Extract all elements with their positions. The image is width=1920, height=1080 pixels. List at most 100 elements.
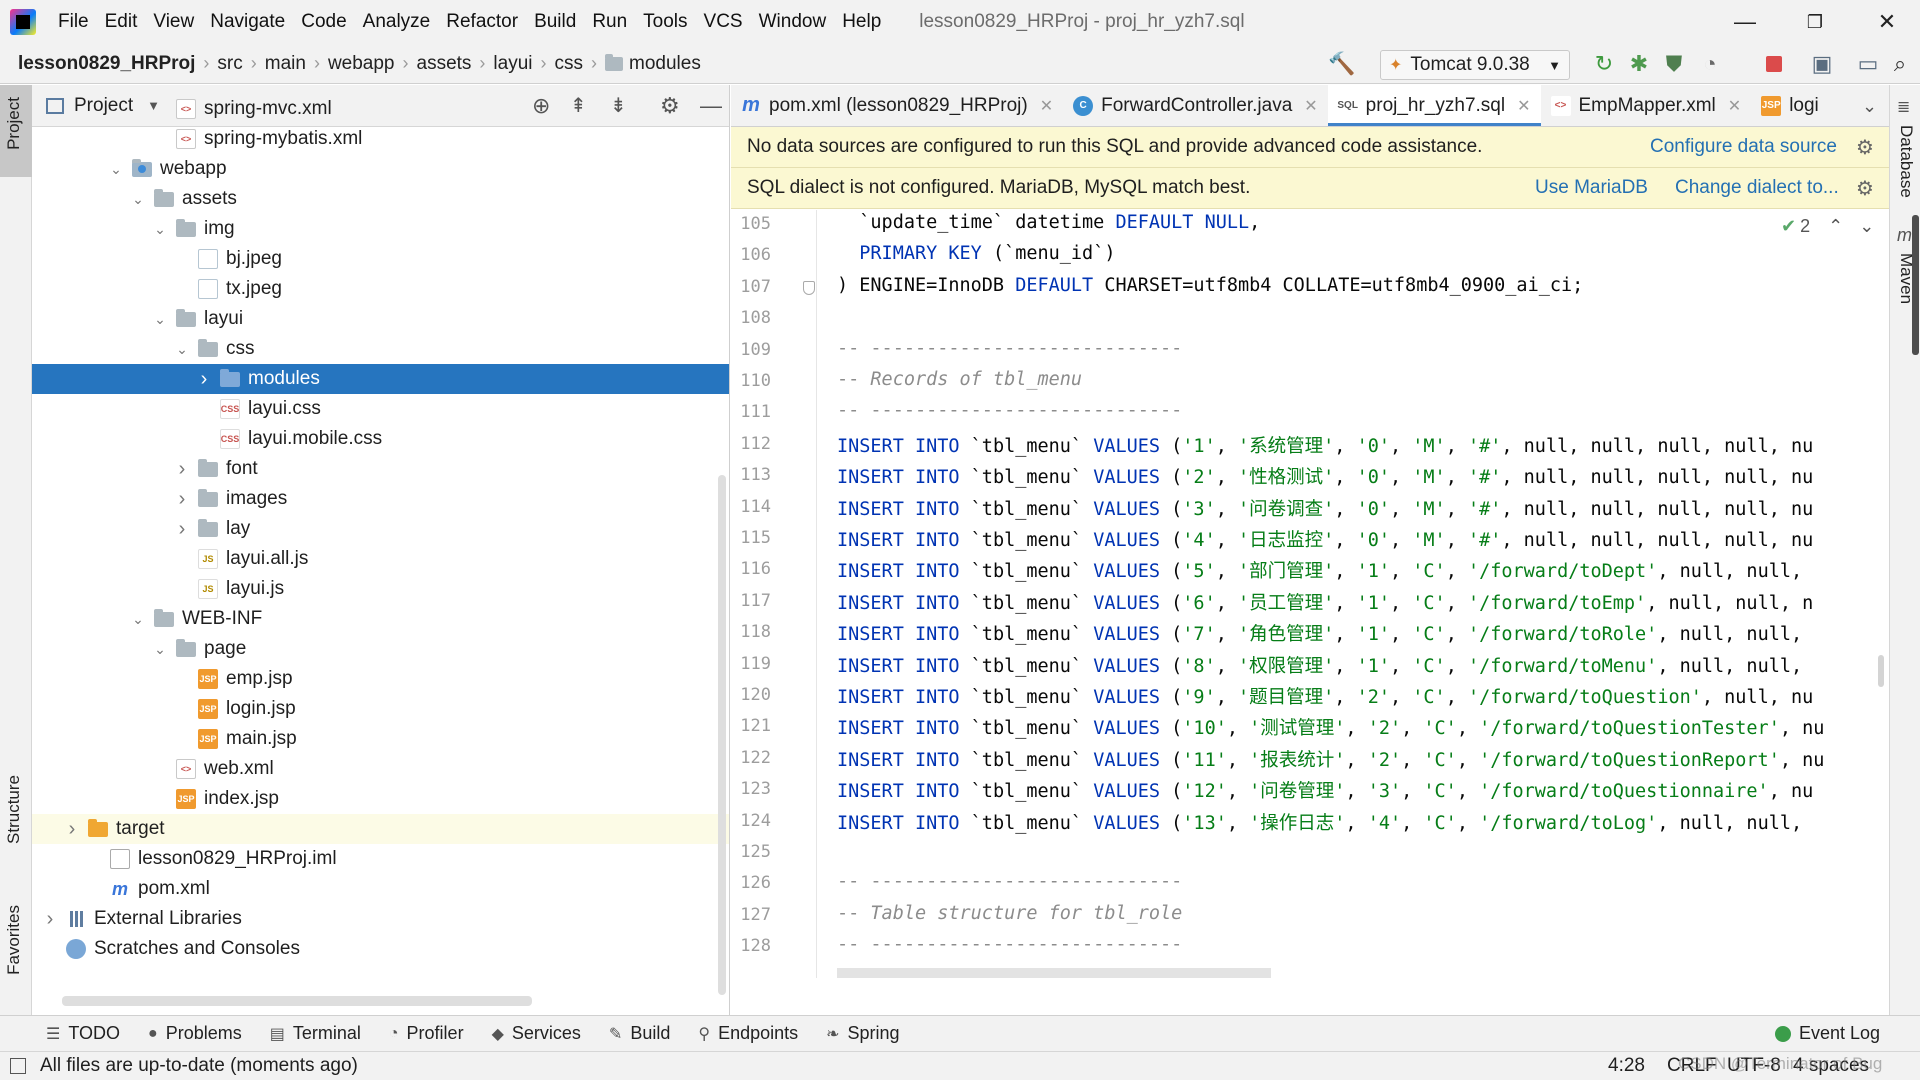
tree-node[interactable]: CSS layui.css: [32, 394, 729, 424]
tree-node[interactable]: › modules: [32, 364, 729, 394]
code-line[interactable]: PRIMARY KEY (`menu_id`): [837, 243, 1115, 264]
code-line[interactable]: -- ----------------------------: [837, 338, 1182, 359]
chevron-down-icon[interactable]: ⌄: [108, 161, 124, 178]
editor-vertical-scrollbar[interactable]: [1878, 655, 1884, 687]
tree-node[interactable]: ⌄ webapp: [32, 154, 729, 184]
tree-node[interactable]: › images: [32, 484, 729, 514]
stop-icon[interactable]: [1760, 50, 1788, 78]
tree-node[interactable]: JSP main.jsp: [32, 724, 729, 754]
previous-highlight-icon[interactable]: ⌃: [1828, 216, 1843, 237]
event-log-button[interactable]: Event Log: [1775, 1023, 1880, 1044]
tool-todo[interactable]: ☰ TODO: [46, 1023, 120, 1044]
tab-database[interactable]: Database: [1896, 125, 1916, 198]
chevron-right-icon[interactable]: ›: [174, 458, 190, 481]
code-line[interactable]: INSERT INTO `tbl_menu` VALUES ('13', '操作…: [837, 809, 1802, 835]
profile-icon[interactable]: ◔: [1696, 50, 1724, 78]
code-line[interactable]: `update_time` datetime DEFAULT NULL,: [837, 212, 1260, 233]
tree-node[interactable]: bj.jpeg: [32, 244, 729, 274]
tab-structure[interactable]: Structure: [4, 775, 24, 844]
coverage-icon[interactable]: ⛊: [1660, 50, 1688, 78]
code-line[interactable]: INSERT INTO `tbl_menu` VALUES ('3', '问卷调…: [837, 495, 1813, 521]
tool-problems[interactable]: ● Problems: [148, 1023, 242, 1044]
menu-vcs[interactable]: VCS: [696, 11, 751, 33]
tree-node[interactable]: JS layui.js: [32, 574, 729, 604]
tree-node[interactable]: ⌄ layui: [32, 304, 729, 334]
tool-endpoints[interactable]: ⚲ Endpoints: [698, 1023, 798, 1044]
tab-project[interactable]: Project: [4, 97, 24, 150]
tree-node[interactable]: ⌄ WEB-INF: [32, 604, 729, 634]
gear-icon[interactable]: ⚙: [1856, 176, 1874, 201]
code-line[interactable]: INSERT INTO `tbl_menu` VALUES ('4', '日志监…: [837, 526, 1813, 552]
tree-node[interactable]: ⌄ page: [32, 634, 729, 664]
close-button[interactable]: ✕: [1858, 0, 1916, 44]
configure-data-source-link[interactable]: Configure data source: [1650, 136, 1837, 158]
code-line[interactable]: -- ----------------------------: [837, 934, 1182, 955]
code-line[interactable]: -- ----------------------------: [837, 871, 1182, 892]
gear-icon[interactable]: ⚙: [1856, 135, 1874, 160]
tab-favorites[interactable]: Favorites: [4, 905, 24, 975]
tree-node[interactable]: <> spring-mybatis.xml: [32, 124, 729, 154]
tree-node[interactable]: › lay: [32, 514, 729, 544]
editor-tab[interactable]: JSP logi: [1751, 85, 1829, 126]
tree-node[interactable]: › target: [32, 814, 729, 844]
menu-build[interactable]: Build: [526, 11, 584, 33]
chevron-down-icon[interactable]: ⌄: [152, 641, 168, 658]
close-tab-icon[interactable]: ✕: [1040, 96, 1053, 116]
chevron-down-icon[interactable]: ⌄: [152, 221, 168, 238]
tree-node[interactable]: Scratches and Consoles: [32, 934, 729, 964]
tree-node[interactable]: JS layui.all.js: [32, 544, 729, 574]
search-icon[interactable]: ⌕: [1886, 50, 1914, 78]
tree-node[interactable]: JSP emp.jsp: [32, 664, 729, 694]
editor-tab[interactable]: <> EmpMapper.xml ✕: [1541, 85, 1752, 126]
code-line[interactable]: INSERT INTO `tbl_menu` VALUES ('5', '部门管…: [837, 557, 1802, 583]
close-tab-icon[interactable]: ✕: [1728, 96, 1741, 116]
code-line[interactable]: INSERT INTO `tbl_menu` VALUES ('2', '性格测…: [837, 463, 1813, 489]
code-line[interactable]: INSERT INTO `tbl_menu` VALUES ('9', '题目管…: [837, 683, 1813, 709]
code-line[interactable]: -- Table structure for tbl_role: [837, 903, 1182, 924]
tree-node[interactable]: › External Libraries: [32, 904, 729, 934]
breadcrumb-item[interactable]: src: [217, 53, 242, 75]
tree-node[interactable]: tx.jpeg: [32, 274, 729, 304]
run-configuration-select[interactable]: ✦ Tomcat 9.0.38 ▼: [1380, 50, 1570, 80]
next-highlight-icon[interactable]: ⌄: [1859, 216, 1874, 237]
editor-tab[interactable]: C ForwardController.java ✕: [1063, 85, 1328, 126]
vertical-scrollbar[interactable]: [718, 475, 726, 995]
project-structure-icon[interactable]: ▣: [1808, 50, 1836, 78]
menu-analyze[interactable]: Analyze: [355, 11, 439, 33]
debug-icon[interactable]: ✱: [1625, 50, 1653, 78]
window-layout-icon[interactable]: ▭: [1854, 50, 1882, 78]
chevron-down-icon[interactable]: ⌄: [130, 191, 146, 208]
tree-node[interactable]: <> web.xml: [32, 754, 729, 784]
tree-node[interactable]: m pom.xml: [32, 874, 729, 904]
code-line[interactable]: -- Records of tbl_menu: [837, 369, 1082, 390]
fold-marker-icon[interactable]: [803, 280, 815, 295]
breadcrumb-item[interactable]: main: [265, 53, 306, 75]
chevron-right-icon[interactable]: ›: [196, 368, 212, 391]
build-hammer-icon[interactable]: 🔨: [1328, 50, 1356, 78]
tree-node[interactable]: JSP index.jsp: [32, 784, 729, 814]
tree-node[interactable]: ⌄ assets: [32, 184, 729, 214]
breadcrumb-item[interactable]: modules: [605, 53, 701, 75]
rerun-icon[interactable]: ↻: [1590, 50, 1618, 78]
breadcrumb-item[interactable]: webapp: [328, 53, 395, 75]
breadcrumb-item[interactable]: assets: [417, 53, 472, 75]
horizontal-scrollbar[interactable]: [62, 996, 532, 1006]
editor-tab[interactable]: SQL proj_hr_yzh7.sql ✕: [1327, 85, 1541, 126]
code-line[interactable]: INSERT INTO `tbl_menu` VALUES ('1', '系统管…: [837, 432, 1813, 458]
tab-list-chevron-icon[interactable]: ⌄: [1862, 96, 1877, 117]
restore-button[interactable]: ❐: [1786, 0, 1844, 44]
tree-node[interactable]: ⌄ css: [32, 334, 729, 364]
menu-refactor[interactable]: Refactor: [438, 11, 526, 33]
use-mariadb-link[interactable]: Use MariaDB: [1535, 177, 1648, 199]
close-tab-icon[interactable]: ✕: [1517, 96, 1530, 116]
caret-position[interactable]: 4:28: [1608, 1055, 1645, 1077]
status-toggle-icon[interactable]: [10, 1058, 26, 1074]
sql-editor[interactable]: 105 106 107 108 109 110 111 112 113 114 115 116 117 1…: [731, 210, 1889, 978]
code-line[interactable]: INSERT INTO `tbl_menu` VALUES ('8', '权限管…: [837, 652, 1802, 678]
code-line[interactable]: -- ----------------------------: [837, 400, 1182, 421]
chevron-right-icon[interactable]: ›: [42, 908, 58, 931]
menu-code[interactable]: Code: [293, 11, 354, 33]
chevron-down-icon[interactable]: ⌄: [130, 611, 146, 628]
menu-window[interactable]: Window: [751, 11, 835, 33]
breadcrumb-item[interactable]: layui: [493, 53, 532, 75]
